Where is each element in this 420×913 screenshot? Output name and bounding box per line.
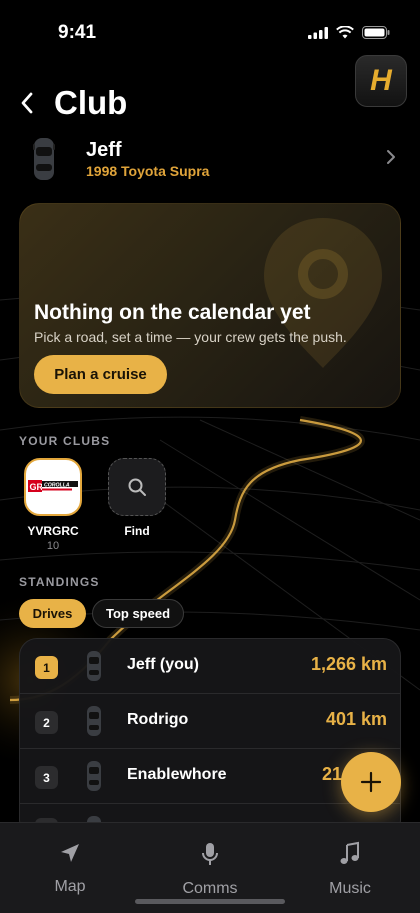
app-logo-letter: H	[370, 64, 392, 97]
club-logo: GR COROLLA	[24, 458, 82, 516]
tab-label: Music	[329, 880, 371, 897]
calendar-subtitle: Pick a road, set a time — your crew gets…	[34, 329, 347, 345]
driver-name: Jeff	[86, 139, 122, 161]
driver-name: Enablewhore	[127, 766, 227, 783]
driver-name: Jeff (you)	[127, 656, 199, 673]
svg-text:COROLLA: COROLLA	[44, 482, 70, 488]
wifi-icon	[336, 26, 354, 39]
find-club-label: Find	[124, 524, 150, 538]
tab-label: Comms	[182, 880, 238, 897]
svg-text:GR: GR	[30, 482, 44, 492]
plan-cruise-button[interactable]: Plan a cruise	[34, 355, 167, 394]
battery-icon	[362, 26, 390, 39]
rank-badge: 1	[35, 656, 58, 679]
car-top-view-icon	[87, 761, 101, 791]
club-member-count: 10	[46, 540, 60, 552]
plus-icon	[360, 771, 382, 793]
driver-car-row[interactable]: Jeff 1998 Toyota Supra	[20, 135, 400, 185]
calendar-title: Nothing on the calendar yet	[34, 301, 311, 324]
gr-corolla-logo-icon: GR COROLLA	[28, 480, 78, 492]
home-indicator	[135, 899, 285, 904]
back-button[interactable]	[20, 88, 42, 118]
car-top-view-icon	[87, 651, 101, 681]
tab-comms[interactable]: Comms	[165, 841, 255, 898]
status-bar: 9:41	[0, 0, 420, 60]
filter-drives[interactable]: Drives	[19, 599, 86, 628]
filter-top-speed[interactable]: Top speed	[92, 599, 184, 628]
status-time: 9:41	[58, 22, 97, 43]
distance-value: 21	[322, 764, 343, 784]
car-model: 1998 Toyota Supra	[86, 163, 210, 179]
club-tile-yvrgrc[interactable]: GR COROLLA YVRGRC 10	[24, 458, 82, 552]
clubs-section-label: YOUR CLUBS	[19, 434, 111, 448]
standings-row[interactable]: 2 Rodrigo 401 km	[20, 694, 400, 749]
search-icon	[128, 478, 146, 496]
page-title: Club	[54, 84, 128, 121]
driver-name: Rodrigo	[127, 711, 189, 728]
rank-badge: 2	[35, 711, 58, 734]
standings-row[interactable]: 1 Jeff (you) 1,266 km	[20, 639, 400, 694]
microphone-icon	[202, 843, 218, 865]
find-club-box	[108, 458, 166, 516]
music-note-icon	[340, 841, 359, 864]
map-pin-icon	[264, 218, 382, 368]
tab-label: Map	[54, 878, 86, 895]
cellular-signal-icon	[308, 26, 328, 39]
distance-value: 401 km	[325, 709, 387, 729]
distance-value: 1,266 km	[310, 654, 387, 674]
navigation-arrow-icon	[61, 844, 79, 862]
tab-music[interactable]: Music	[305, 841, 395, 898]
page-header: Club	[20, 84, 127, 122]
app-logo[interactable]: H	[355, 55, 407, 107]
add-button[interactable]	[341, 752, 401, 812]
find-club-button[interactable]: Find	[108, 458, 166, 538]
rank-badge: 3	[35, 766, 58, 789]
car-top-view-icon	[87, 706, 101, 736]
tab-map[interactable]: Map	[25, 841, 115, 896]
calendar-empty-card: Nothing on the calendar yet Pick a road,…	[19, 203, 401, 408]
chevron-left-icon	[21, 92, 33, 114]
chevron-right-icon	[387, 150, 395, 164]
club-name: YVRGRC	[27, 524, 79, 538]
standings-list: 1 Jeff (you) 1,266 km 2 Rodrigo 401 km 3…	[19, 638, 401, 838]
standings-section-label: STANDINGS	[19, 575, 100, 589]
car-top-view-icon	[33, 138, 55, 180]
